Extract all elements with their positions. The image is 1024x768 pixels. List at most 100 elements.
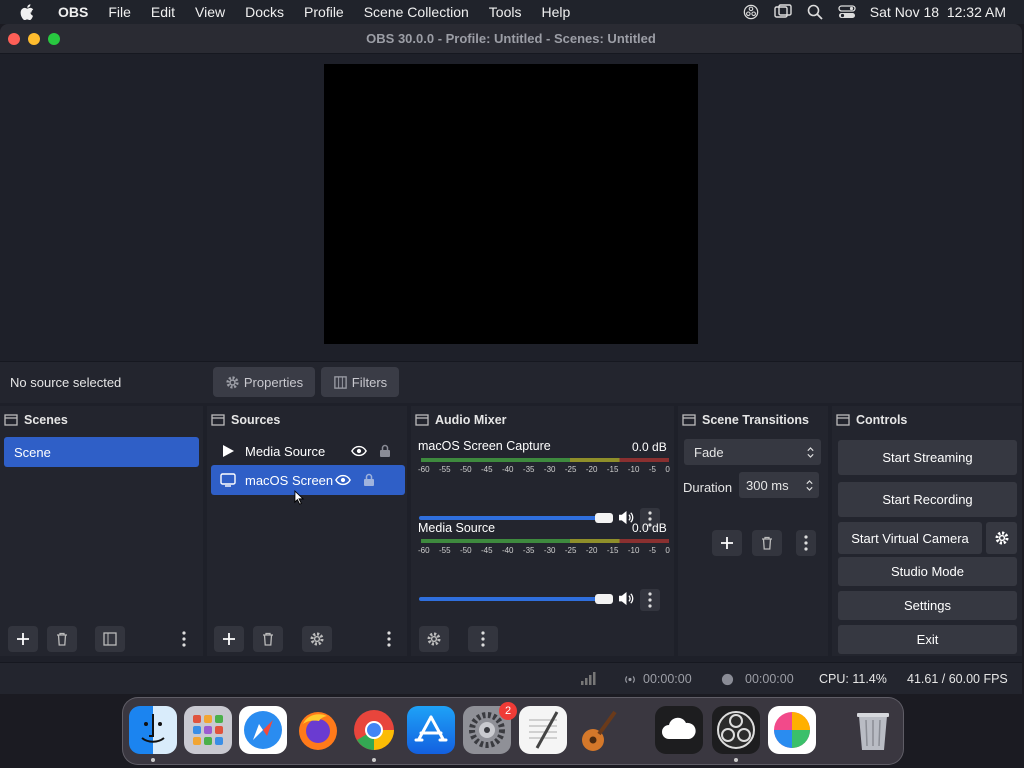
menu-docks[interactable]: Docks [235, 4, 294, 20]
volume-slider[interactable] [419, 516, 609, 520]
menu-help[interactable]: Help [531, 4, 580, 20]
menu-scene-collection[interactable]: Scene Collection [354, 4, 479, 20]
tick: -60 [418, 546, 430, 555]
plus-icon [17, 633, 29, 645]
remove-source-button[interactable] [253, 626, 283, 652]
mixer-channel-name: Media Source [418, 521, 496, 535]
filters-button[interactable]: Filters [321, 367, 399, 397]
start-virtual-camera-button[interactable]: Start Virtual Camera [838, 522, 982, 554]
settings-button[interactable]: Settings [838, 591, 1017, 620]
dock-float-icon[interactable] [836, 414, 850, 426]
volume-slider-handle[interactable] [595, 513, 613, 523]
stepper-icon[interactable] [805, 478, 814, 493]
tick: -45 [480, 465, 493, 474]
window-manager-icon[interactable] [774, 4, 792, 20]
chrome-icon[interactable] [350, 706, 398, 762]
menu-tools[interactable]: Tools [479, 4, 532, 20]
tick: -30 [543, 546, 556, 555]
zoom-window-button[interactable] [48, 33, 60, 45]
settings-label: Settings [904, 598, 951, 613]
menubar-clock[interactable]: Sat Nov 18 12:32 AM [870, 4, 1006, 20]
tick: -20 [585, 546, 598, 555]
app-store-icon[interactable] [407, 706, 455, 754]
fps-readout: 41.61 / 60.00 FPS [907, 672, 1008, 686]
speaker-icon[interactable] [618, 591, 635, 606]
play-icon [223, 445, 234, 457]
control-center-icon[interactable] [838, 4, 856, 20]
add-source-button[interactable] [214, 626, 244, 652]
dock-float-icon[interactable] [4, 414, 18, 426]
duration-spinbox[interactable]: 300 ms [739, 472, 819, 498]
menu-obs[interactable]: OBS [48, 4, 98, 20]
start-streaming-button[interactable]: Start Streaming [838, 440, 1017, 475]
exit-button[interactable]: Exit [838, 625, 1017, 654]
sources-menu-button[interactable] [384, 629, 394, 649]
menu-edit[interactable]: Edit [141, 4, 185, 20]
running-indicator [151, 758, 155, 762]
menu-bar: OBS File Edit View Docks Profile Scene C… [0, 0, 1024, 24]
dock-float-icon[interactable] [211, 414, 225, 426]
color-wheel-icon [774, 712, 810, 748]
add-transition-button[interactable] [712, 530, 742, 556]
tick: -10 [627, 465, 640, 474]
volume-slider[interactable] [419, 597, 609, 601]
finder-icon[interactable] [129, 706, 177, 762]
scene-filters-button[interactable] [95, 626, 125, 652]
sources-header: Sources [207, 406, 407, 434]
chrome-logo-icon [354, 710, 394, 750]
remove-transition-button[interactable] [752, 530, 782, 556]
scenes-dock: Scenes Scene [0, 406, 203, 656]
tick: -60 [418, 465, 430, 474]
exit-label: Exit [916, 632, 939, 647]
remove-scene-button[interactable] [47, 626, 77, 652]
color-app-icon[interactable] [768, 706, 816, 754]
icloud-app-icon[interactable] [655, 706, 703, 754]
close-window-button[interactable] [8, 33, 20, 45]
lock-icon[interactable] [363, 473, 375, 487]
dock-float-icon[interactable] [682, 414, 696, 426]
transition-select-value: Fade [694, 444, 724, 460]
virtual-camera-settings-button[interactable] [986, 522, 1017, 554]
transition-menu-button[interactable] [796, 530, 816, 556]
volume-slider-handle[interactable] [595, 594, 613, 604]
eye-icon[interactable] [351, 445, 367, 457]
apple-icon[interactable] [20, 4, 34, 20]
textedit-icon[interactable] [519, 706, 567, 754]
system-settings-icon[interactable]: 2 [463, 702, 517, 754]
minimize-window-button[interactable] [28, 33, 40, 45]
trash-dock-icon[interactable] [849, 706, 897, 754]
lock-icon[interactable] [379, 444, 391, 458]
menu-view[interactable]: View [185, 4, 235, 20]
menu-file[interactable]: File [98, 4, 141, 20]
mixer-channel-db: 0.0 dB [632, 521, 667, 535]
add-scene-button[interactable] [8, 626, 38, 652]
source-item-media[interactable]: Media Source [211, 437, 405, 465]
safari-icon[interactable] [239, 706, 287, 754]
firefox-icon[interactable] [294, 706, 342, 754]
garageband-icon[interactable] [575, 706, 623, 754]
properties-button[interactable]: Properties [213, 367, 315, 397]
mixer-menu-button[interactable] [468, 626, 498, 652]
transition-select[interactable]: Fade [684, 439, 821, 465]
compass-icon [244, 711, 282, 749]
scene-item[interactable]: Scene [4, 437, 199, 467]
scenes-menu-button[interactable] [179, 629, 189, 649]
dock-float-icon[interactable] [415, 414, 429, 426]
volume-meter [421, 539, 669, 543]
source-item-screen[interactable]: macOS Screen [211, 465, 405, 495]
studio-mode-button[interactable]: Studio Mode [838, 557, 1017, 586]
mixer-channel-menu-button[interactable] [640, 589, 660, 611]
preview-canvas[interactable] [324, 64, 698, 344]
obs-dock-icon[interactable] [712, 706, 760, 762]
kebab-icon [481, 631, 485, 647]
obs-tray-icon[interactable] [742, 4, 760, 20]
tick: -5 [648, 546, 656, 555]
start-recording-button[interactable]: Start Recording [838, 482, 1017, 517]
eye-icon[interactable] [335, 474, 351, 486]
tick: -15 [606, 465, 619, 474]
menu-profile[interactable]: Profile [294, 4, 354, 20]
spotlight-search-icon[interactable] [806, 4, 824, 20]
advanced-audio-button[interactable] [419, 626, 449, 652]
launchpad-icon[interactable] [184, 706, 232, 754]
source-properties-button[interactable] [302, 626, 332, 652]
